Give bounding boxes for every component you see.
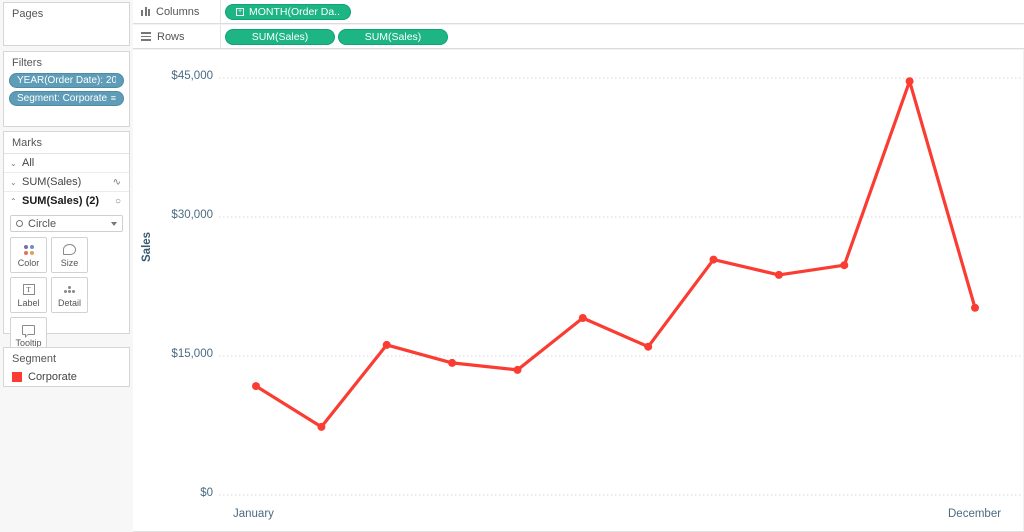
detail-icon (64, 283, 75, 297)
rows-shelf-label-area: Rows (133, 25, 221, 48)
legend-swatch (12, 372, 22, 382)
columns-shelf[interactable]: Columns + MONTH(Order Da.. (133, 0, 1024, 24)
tableau-worksheet: Pages Filters YEAR(Order Date): 2016 Seg… (0, 0, 1024, 532)
data-point[interactable] (513, 365, 522, 374)
circle-mark-icon: ○ (114, 195, 121, 207)
chevron-down-icon[interactable]: ⌄ (10, 178, 17, 187)
rows-shelf[interactable]: Rows SUM(Sales) SUM(Sales) (133, 25, 1024, 49)
pill-sum-sales-2-label: SUM(Sales) (364, 30, 422, 43)
filter-pill-segment[interactable]: Segment: Corporate ≡ (9, 91, 124, 106)
tooltip-icon (22, 323, 35, 338)
data-point[interactable] (448, 358, 457, 367)
data-point[interactable] (252, 382, 260, 391)
columns-icon (141, 7, 150, 16)
legend-item-label: Corporate (28, 371, 77, 383)
y-axis-tick-label: $45,000 (171, 70, 213, 82)
size-button-label: Size (60, 257, 79, 268)
chevron-down-icon[interactable] (111, 221, 117, 226)
chart-series-corporate[interactable] (133, 50, 1024, 532)
marks-row-sum-sales-2-label: SUM(Sales) (2) (22, 195, 100, 207)
pill-month-order-date-label: MONTH(Order Da.. (249, 5, 341, 18)
size-button[interactable]: Size (51, 237, 88, 273)
x-axis-tick-label-december: December (948, 508, 1002, 520)
pages-title: Pages (12, 8, 44, 20)
filter-menu-icon[interactable]: ≡ (111, 92, 116, 105)
data-point[interactable] (317, 422, 326, 431)
marks-row-sum-sales-label: SUM(Sales) (22, 176, 82, 188)
label-button-label: Label (17, 297, 40, 308)
data-point[interactable] (644, 342, 653, 351)
filter-pill-year[interactable]: YEAR(Order Date): 2016 (9, 73, 124, 88)
rows-shelf-label: Rows (157, 30, 185, 43)
filter-pill-year-label: YEAR(Order Date): 2016 (17, 75, 116, 86)
columns-shelf-label: Columns (156, 5, 200, 18)
data-point[interactable] (382, 340, 391, 349)
y-axis-title: Sales (141, 231, 153, 262)
detail-button-label: Detail (57, 297, 81, 308)
columns-shelf-drop[interactable]: + MONTH(Order Da.. (221, 0, 1024, 23)
data-point[interactable] (578, 314, 587, 322)
legend-item[interactable]: Corporate (4, 369, 129, 385)
marks-row-sum-sales-2[interactable]: ⌃ SUM(Sales) (2) ○ (4, 191, 129, 210)
y-axis-tick-label: $0 (200, 487, 213, 499)
color-legend-card: Segment Corporate (3, 347, 130, 387)
marks-row-all[interactable]: ⌄ All (4, 153, 129, 172)
mark-type-value: Circle (28, 217, 57, 230)
data-point[interactable] (840, 261, 849, 270)
expand-plus-icon[interactable]: + (236, 7, 244, 16)
filters-card[interactable]: Filters YEAR(Order Date): 2016 Segment: … (3, 51, 130, 127)
line-mark-icon: ∿ (112, 176, 121, 188)
filter-pill-segment-label: Segment: Corporate (17, 93, 107, 104)
y-axis-tick-label: $30,000 (171, 209, 213, 221)
marks-row-sum-sales[interactable]: ⌄ SUM(Sales) ∿ (4, 172, 129, 191)
rows-icon (141, 32, 151, 41)
size-icon (63, 243, 76, 257)
filters-title: Filters (12, 57, 42, 69)
data-point[interactable] (971, 303, 979, 312)
marks-title: Marks (12, 137, 42, 149)
circle-icon (16, 220, 23, 227)
detail-button[interactable]: Detail (51, 277, 88, 313)
legend-title: Segment (12, 353, 57, 365)
marks-row-all-label: All (22, 157, 35, 169)
pill-month-order-date[interactable]: + MONTH(Order Da.. (225, 3, 352, 20)
pill-sum-sales-1-label: SUM(Sales) (251, 30, 309, 43)
pill-sum-sales-1[interactable]: SUM(Sales) (225, 28, 335, 45)
color-dots-icon (23, 243, 34, 257)
chevron-up-icon[interactable]: ⌃ (10, 197, 17, 206)
left-panel: Pages Filters YEAR(Order Date): 2016 Seg… (0, 0, 133, 532)
color-button[interactable]: Color (10, 237, 47, 273)
worksheet-view[interactable]: $0 $15,000 $30,000 $45,000 Sales January Dec… (133, 50, 1024, 532)
rows-shelf-drop[interactable]: SUM(Sales) SUM(Sales) (221, 25, 1024, 48)
y-axis-tick-label: $15,000 (171, 348, 213, 360)
label-icon: T (22, 283, 35, 297)
data-point[interactable] (774, 270, 783, 279)
series-line (254, 79, 977, 429)
chart-area[interactable]: $0 $15,000 $30,000 $45,000 Sales January Dec… (133, 50, 1024, 532)
x-axis-tick-label-january: January (233, 508, 274, 520)
pill-sum-sales-2[interactable]: SUM(Sales) (338, 28, 448, 45)
chevron-down-icon[interactable]: ⌄ (10, 159, 17, 168)
pages-card[interactable]: Pages (3, 2, 130, 46)
data-point[interactable] (905, 77, 914, 86)
label-button[interactable]: T Label (10, 277, 47, 313)
data-point[interactable] (709, 255, 718, 264)
marks-buttons: Color Size T Label Detail Tooltip (4, 237, 129, 353)
mark-type-select[interactable]: Circle (10, 215, 123, 232)
color-button-label: Color (17, 257, 40, 268)
marks-card: Marks ⌄ All ⌄ SUM(Sales) ∿ ⌃ SUM(Sales) (3, 131, 130, 374)
columns-shelf-label-area: Columns (133, 0, 221, 23)
